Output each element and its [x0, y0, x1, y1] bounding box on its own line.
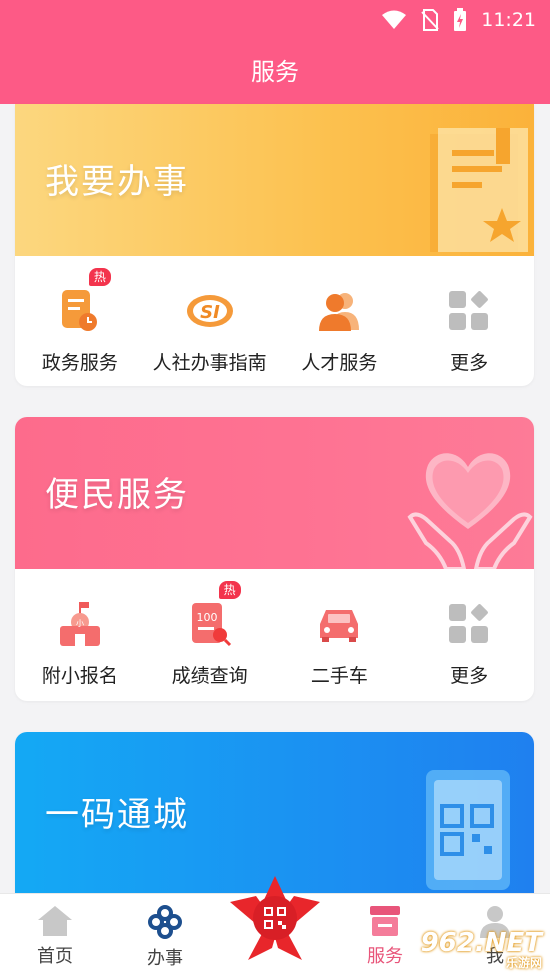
phone-qr-icon: [426, 770, 510, 890]
section-title: 便民服务: [45, 475, 189, 515]
grid-item-label: 更多: [450, 665, 489, 687]
grid-item-label: 人社办事指南: [152, 352, 267, 374]
grid-item-talent-services[interactable]: 人才服务: [275, 286, 405, 386]
grid-item-more[interactable]: 更多: [404, 286, 534, 386]
qr-flower-icon: [230, 876, 320, 960]
grid-item-label: 二手车: [310, 665, 368, 687]
svg-text:小: 小: [76, 619, 84, 628]
store-icon: [370, 906, 400, 936]
nav-label: 首页: [37, 946, 73, 967]
nav-home[interactable]: 首页: [0, 894, 110, 979]
hot-badge: 热: [88, 268, 111, 286]
section-title: 我要办事: [45, 162, 189, 202]
car-icon: [320, 610, 359, 642]
status-bar: 11:21: [381, 6, 536, 34]
section-banner-convenience[interactable]: 便民服务: [15, 417, 534, 569]
si-logo-icon: SI: [186, 295, 233, 327]
section-card-convenience: 便民服务 小 附小报名 100 热 成绩查询 二手车 更多: [15, 417, 534, 701]
grid-item-hr-guide[interactable]: SI 人社办事指南: [145, 286, 275, 386]
heart-hands-icon: [407, 453, 533, 569]
school-icon: 小: [59, 602, 100, 646]
app-header: 11:21 服务: [0, 0, 550, 104]
knot-icon: [148, 905, 182, 939]
grid-item-school-enroll[interactable]: 小 附小报名: [15, 599, 145, 699]
nav-scan[interactable]: [220, 876, 330, 979]
nav-affairs[interactable]: 办事: [110, 894, 220, 979]
nav-label: 办事: [147, 948, 183, 969]
hot-badge: 热: [218, 581, 241, 599]
grid-item-label: 人才服务: [301, 352, 378, 374]
document-clock-icon: [61, 290, 97, 331]
grid-more-icon: [449, 604, 489, 643]
score-search-icon: 100: [191, 603, 231, 647]
grid-item-label: 更多: [450, 352, 489, 374]
no-sim-icon: [421, 9, 439, 31]
section-banner-affairs[interactable]: 我要办事: [15, 104, 534, 256]
home-icon: [38, 906, 72, 936]
grid-item-used-car[interactable]: 二手车: [275, 599, 405, 699]
certificate-icon: [430, 128, 528, 252]
section-card-affairs: 我要办事 热 政务服务 SI 人社办事指南 人才服务 更多: [15, 104, 534, 386]
svg-text:SI: SI: [200, 302, 220, 323]
clock: 11:21: [481, 9, 536, 31]
battery-charging-icon: [454, 8, 467, 31]
wifi-icon: [382, 10, 407, 29]
watermark-logo: 962.NET 乐游网: [421, 928, 542, 971]
page-title: 服务: [251, 58, 299, 86]
grid-item-gov-services[interactable]: 热 政务服务: [15, 268, 145, 386]
nav-label: 服务: [367, 946, 403, 967]
grid-more-icon: [449, 291, 489, 330]
grid-item-label: 政务服务: [41, 352, 118, 374]
grid-item-more[interactable]: 更多: [404, 599, 534, 699]
grid-item-label: 成绩查询: [171, 665, 248, 687]
section-title: 一码通城: [45, 795, 189, 835]
service-grid: 热 政务服务 SI 人社办事指南 人才服务 更多: [15, 256, 534, 386]
grid-item-label: 附小报名: [41, 665, 118, 687]
service-grid: 小 附小报名 100 热 成绩查询 二手车 更多: [15, 569, 534, 699]
grid-item-score-query[interactable]: 100 热 成绩查询: [145, 581, 275, 699]
svg-text:100: 100: [196, 611, 217, 624]
people-icon: [319, 293, 360, 331]
